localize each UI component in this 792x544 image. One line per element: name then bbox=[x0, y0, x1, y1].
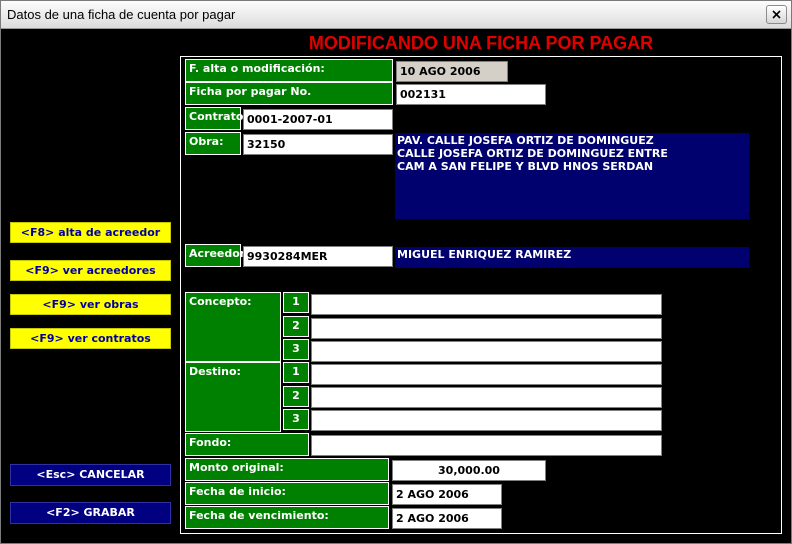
destino-line-1[interactable] bbox=[311, 364, 662, 385]
concepto-line-number: 2 bbox=[283, 316, 309, 337]
acreedor-label: Acreedor: bbox=[185, 244, 250, 267]
save-button[interactable]: <F2> GRABAR bbox=[10, 502, 171, 524]
destino-label: Destino: bbox=[185, 362, 281, 432]
alta-field[interactable] bbox=[396, 61, 508, 82]
obra-description: PAV. CALLE JOSEFA ORTIZ DE DOMINGUEZ CAL… bbox=[395, 133, 749, 219]
obra-label: Obra: bbox=[185, 132, 241, 155]
close-icon bbox=[772, 10, 781, 19]
destino-line-number: 1 bbox=[283, 362, 309, 383]
vencimiento-field[interactable] bbox=[392, 508, 502, 529]
concepto-line-number: 3 bbox=[283, 339, 309, 360]
ver-contratos-button[interactable]: <F9> ver contratos bbox=[10, 328, 171, 349]
destino-line-2[interactable] bbox=[311, 387, 662, 408]
title-bar[interactable]: Datos de una ficha de cuenta por pagar bbox=[1, 1, 791, 29]
acreedor-field[interactable] bbox=[243, 246, 393, 267]
obra-field[interactable] bbox=[243, 134, 393, 155]
contrato-label: Contrato: bbox=[185, 107, 248, 130]
fondo-field[interactable] bbox=[311, 435, 662, 456]
inicio-field[interactable] bbox=[392, 484, 502, 505]
monto-label: Monto original: bbox=[185, 458, 389, 481]
concepto-line-number: 1 bbox=[283, 292, 309, 313]
close-button[interactable] bbox=[766, 5, 787, 24]
page-title: MODIFICANDO UNA FICHA POR PAGAR bbox=[308, 33, 654, 53]
inicio-label: Fecha de inicio: bbox=[185, 482, 389, 505]
alta-acreedor-button[interactable]: <F8> alta de acreedor bbox=[10, 222, 171, 243]
destino-line-number: 3 bbox=[283, 409, 309, 430]
destino-line-number: 2 bbox=[283, 386, 309, 407]
app-window: Datos de una ficha de cuenta por pagar M… bbox=[0, 0, 792, 544]
vencimiento-label: Fecha de vencimiento: bbox=[185, 506, 389, 529]
ficha-label: Ficha por pagar No. bbox=[185, 82, 393, 105]
cancel-button[interactable]: <Esc> CANCELAR bbox=[10, 464, 171, 486]
destino-line-3[interactable] bbox=[311, 410, 662, 431]
contrato-field[interactable] bbox=[243, 109, 393, 130]
concepto-label: Concepto: bbox=[185, 292, 281, 362]
fondo-label: Fondo: bbox=[185, 433, 309, 456]
concepto-line-1[interactable] bbox=[311, 294, 662, 315]
ver-obras-button[interactable]: <F9> ver obras bbox=[10, 294, 171, 315]
alta-label: F. alta o modificación: bbox=[185, 59, 393, 82]
ficha-field[interactable] bbox=[396, 84, 546, 105]
acreedor-name: MIGUEL ENRIQUEZ RAMIREZ bbox=[395, 247, 749, 268]
monto-field[interactable] bbox=[392, 460, 546, 481]
concepto-line-2[interactable] bbox=[311, 318, 662, 339]
window-title: Datos de una ficha de cuenta por pagar bbox=[7, 7, 236, 22]
concepto-line-3[interactable] bbox=[311, 341, 662, 362]
ver-acreedores-button[interactable]: <F9> ver acreedores bbox=[10, 260, 171, 281]
